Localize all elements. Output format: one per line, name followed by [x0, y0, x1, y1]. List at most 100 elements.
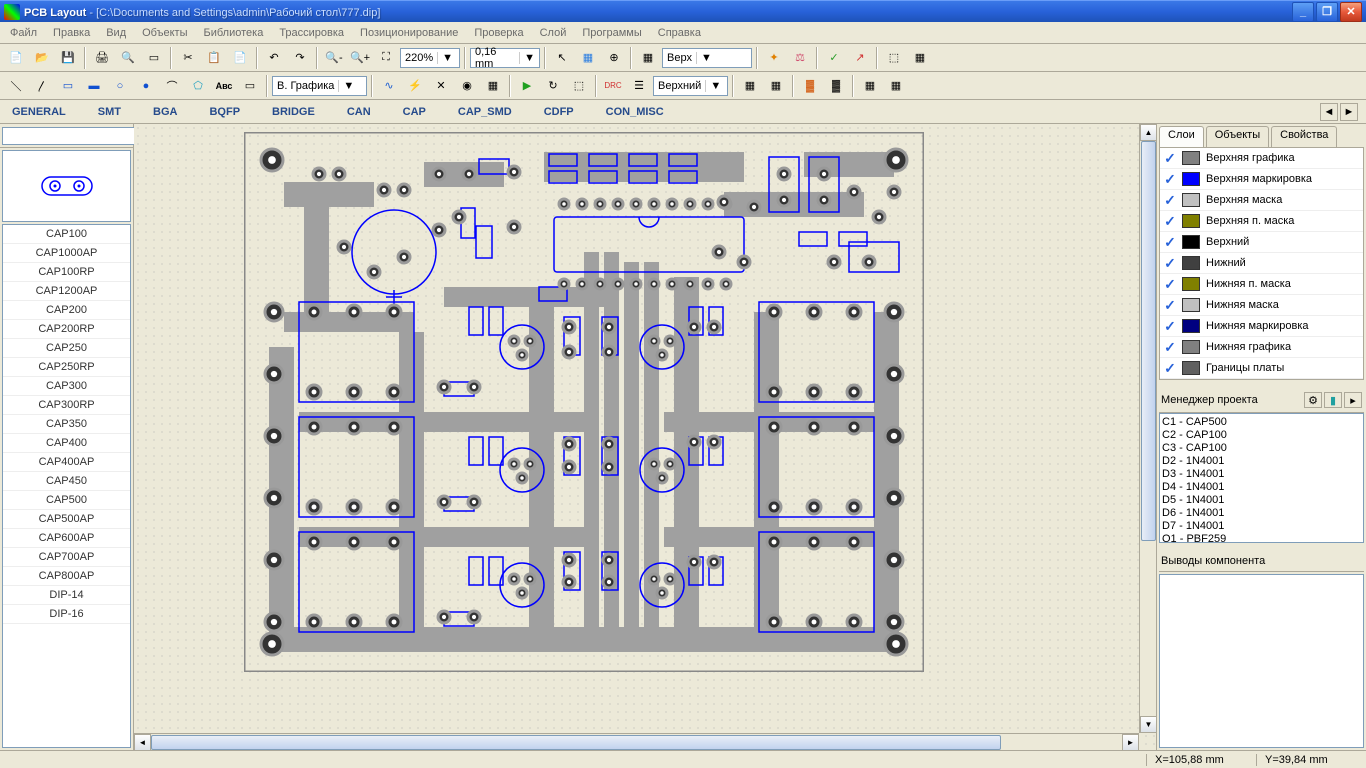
side-combo[interactable]: В. Графика▼ [272, 76, 367, 96]
layer-icon[interactable]: ▦ [636, 46, 660, 70]
scroll-up-icon[interactable]: ▲ [1140, 124, 1156, 141]
layer-row[interactable]: ✓Верхняя графика [1160, 148, 1363, 169]
component-item[interactable]: CAP450 [3, 472, 130, 491]
component-item[interactable]: CAP300 [3, 377, 130, 396]
menu-layer[interactable]: Слой [532, 25, 575, 41]
layer-check-icon[interactable]: ✓ [1160, 150, 1180, 167]
project-item[interactable]: D3 - 1N4001 [1162, 468, 1361, 481]
layer-check-icon[interactable]: ✓ [1160, 276, 1180, 293]
ellipse-fill-icon[interactable]: ● [134, 74, 158, 98]
layer-combo[interactable]: Верх▼ [662, 48, 752, 68]
tab-cdfp[interactable]: CDFP [540, 104, 578, 120]
route-icon[interactable]: ↗ [848, 46, 872, 70]
tab-bridge[interactable]: BRIDGE [268, 104, 319, 120]
component-item[interactable]: CAP200 [3, 301, 130, 320]
lib-icon[interactable]: ▦ [764, 74, 788, 98]
layer-color-swatch[interactable] [1182, 151, 1200, 165]
layer-color-swatch[interactable] [1182, 235, 1200, 249]
component-item[interactable]: CAP500 [3, 491, 130, 510]
pour-icon[interactable]: ▦ [481, 74, 505, 98]
tab-prev-button[interactable]: ◄ [1320, 103, 1338, 121]
close-button[interactable]: ✕ [1340, 2, 1362, 22]
pm-icon-1[interactable]: ⚙ [1304, 392, 1322, 408]
origin-icon[interactable]: ✦ [762, 46, 786, 70]
canvas-scrollbar-h[interactable]: ◄ ► [134, 733, 1139, 750]
menu-edit[interactable]: Правка [45, 25, 98, 41]
layer-row[interactable]: ✓Верхняя маркировка [1160, 169, 1363, 190]
component-item[interactable]: CAP1200AP [3, 282, 130, 301]
pm-icon-2[interactable]: ▮ [1324, 392, 1342, 408]
project-item[interactable]: C2 - CAP100 [1162, 429, 1361, 442]
layer-check-icon[interactable]: ✓ [1160, 360, 1180, 377]
menu-check[interactable]: Проверка [466, 25, 531, 41]
canvas[interactable]: ▲ ▼ ◄ ► [134, 124, 1156, 750]
zoom-out-icon[interactable]: 🔍- [322, 46, 346, 70]
layer-row[interactable]: ✓Верхняя п. маска [1160, 211, 1363, 232]
poly-icon[interactable]: ⬠ [186, 74, 210, 98]
net-icon[interactable]: ⚡ [403, 74, 427, 98]
redo-icon[interactable]: ↷ [288, 46, 312, 70]
layer-check-icon[interactable]: ✓ [1160, 171, 1180, 188]
measure-icon[interactable]: ⚖ [788, 46, 812, 70]
layer-row[interactable]: ✓Нижняя п. маска [1160, 274, 1363, 295]
arrow-icon[interactable]: ↖ [550, 46, 574, 70]
text-icon[interactable]: Авс [212, 74, 236, 98]
arc-icon[interactable]: ⌒ [160, 74, 184, 98]
layer-check-icon[interactable]: ✓ [1160, 318, 1180, 335]
component-pins-list[interactable] [1159, 574, 1364, 748]
units-icon[interactable]: ⊕ [602, 46, 626, 70]
component-item[interactable]: CAP400 [3, 434, 130, 453]
project-list[interactable]: C1 - CAP500C2 - CAP100C3 - CAP100D2 - 1N… [1159, 413, 1364, 543]
tab-layers[interactable]: Слои [1159, 126, 1204, 148]
print-icon[interactable]: 🖨 [90, 46, 114, 70]
layer-row[interactable]: ✓Верхний [1160, 232, 1363, 253]
scroll-down-icon[interactable]: ▼ [1140, 716, 1156, 733]
layer-check-icon[interactable]: ✓ [1160, 297, 1180, 314]
tab-cap[interactable]: CAP [399, 104, 430, 120]
delete-icon[interactable]: ▭ [238, 74, 262, 98]
canvas-scrollbar-v[interactable]: ▲ ▼ [1139, 124, 1156, 733]
menu-position[interactable]: Позиционирование [352, 25, 466, 41]
layer-row[interactable]: ✓Нижняя маска [1160, 295, 1363, 316]
project-item[interactable]: D4 - 1N4001 [1162, 481, 1361, 494]
titles-icon[interactable]: ▭ [142, 46, 166, 70]
layer-color-swatch[interactable] [1182, 214, 1200, 228]
polyline-icon[interactable]: 〳 [30, 74, 54, 98]
bom-icon[interactable]: ▦ [908, 46, 932, 70]
grid-icon[interactable]: ▦ [576, 46, 600, 70]
layer-row[interactable]: ✓Границы платы [1160, 358, 1363, 379]
layer-color-swatch[interactable] [1182, 361, 1200, 375]
pattern2-icon[interactable]: ▦ [884, 74, 908, 98]
save-icon[interactable]: 💾 [56, 46, 80, 70]
project-item[interactable]: D6 - 1N4001 [1162, 507, 1361, 520]
component-item[interactable]: CAP800AP [3, 567, 130, 586]
drc2-icon[interactable]: DRC [601, 74, 625, 98]
layer-row[interactable]: ✓Нижний [1160, 253, 1363, 274]
paste-icon[interactable]: 📄 [228, 46, 252, 70]
stop-icon[interactable]: ⬚ [567, 74, 591, 98]
project-item[interactable]: D5 - 1N4001 [1162, 494, 1361, 507]
list-icon[interactable]: ☰ [627, 74, 651, 98]
step-icon[interactable]: ↻ [541, 74, 565, 98]
tab-objects[interactable]: Объекты [1206, 126, 1269, 148]
component-item[interactable]: CAP700AP [3, 548, 130, 567]
side2-combo[interactable]: Верхний▼ [653, 76, 728, 96]
ellipse-icon[interactable]: ○ [108, 74, 132, 98]
layer-color-swatch[interactable] [1182, 277, 1200, 291]
tab-cap-smd[interactable]: CAP_SMD [454, 104, 516, 120]
tab-props[interactable]: Свойства [1271, 126, 1337, 148]
copy-icon[interactable]: 📋 [202, 46, 226, 70]
tab-general[interactable]: GENERAL [8, 104, 70, 120]
component-item[interactable]: CAP350 [3, 415, 130, 434]
menu-programs[interactable]: Программы [574, 25, 649, 41]
layers-list[interactable]: ✓Верхняя графика✓Верхняя маркировка ✓Верх… [1159, 147, 1364, 380]
project-item[interactable]: Q1 - PBF259 [1162, 533, 1361, 543]
menu-file[interactable]: Файл [2, 25, 45, 41]
menu-objects[interactable]: Объекты [134, 25, 195, 41]
tab-can[interactable]: CAN [343, 104, 375, 120]
open-icon[interactable]: 📂 [30, 46, 54, 70]
layer-color-swatch[interactable] [1182, 172, 1200, 186]
layer-check-icon[interactable]: ✓ [1160, 192, 1180, 209]
component-item[interactable]: CAP400AP [3, 453, 130, 472]
project-item[interactable]: C1 - CAP500 [1162, 416, 1361, 429]
